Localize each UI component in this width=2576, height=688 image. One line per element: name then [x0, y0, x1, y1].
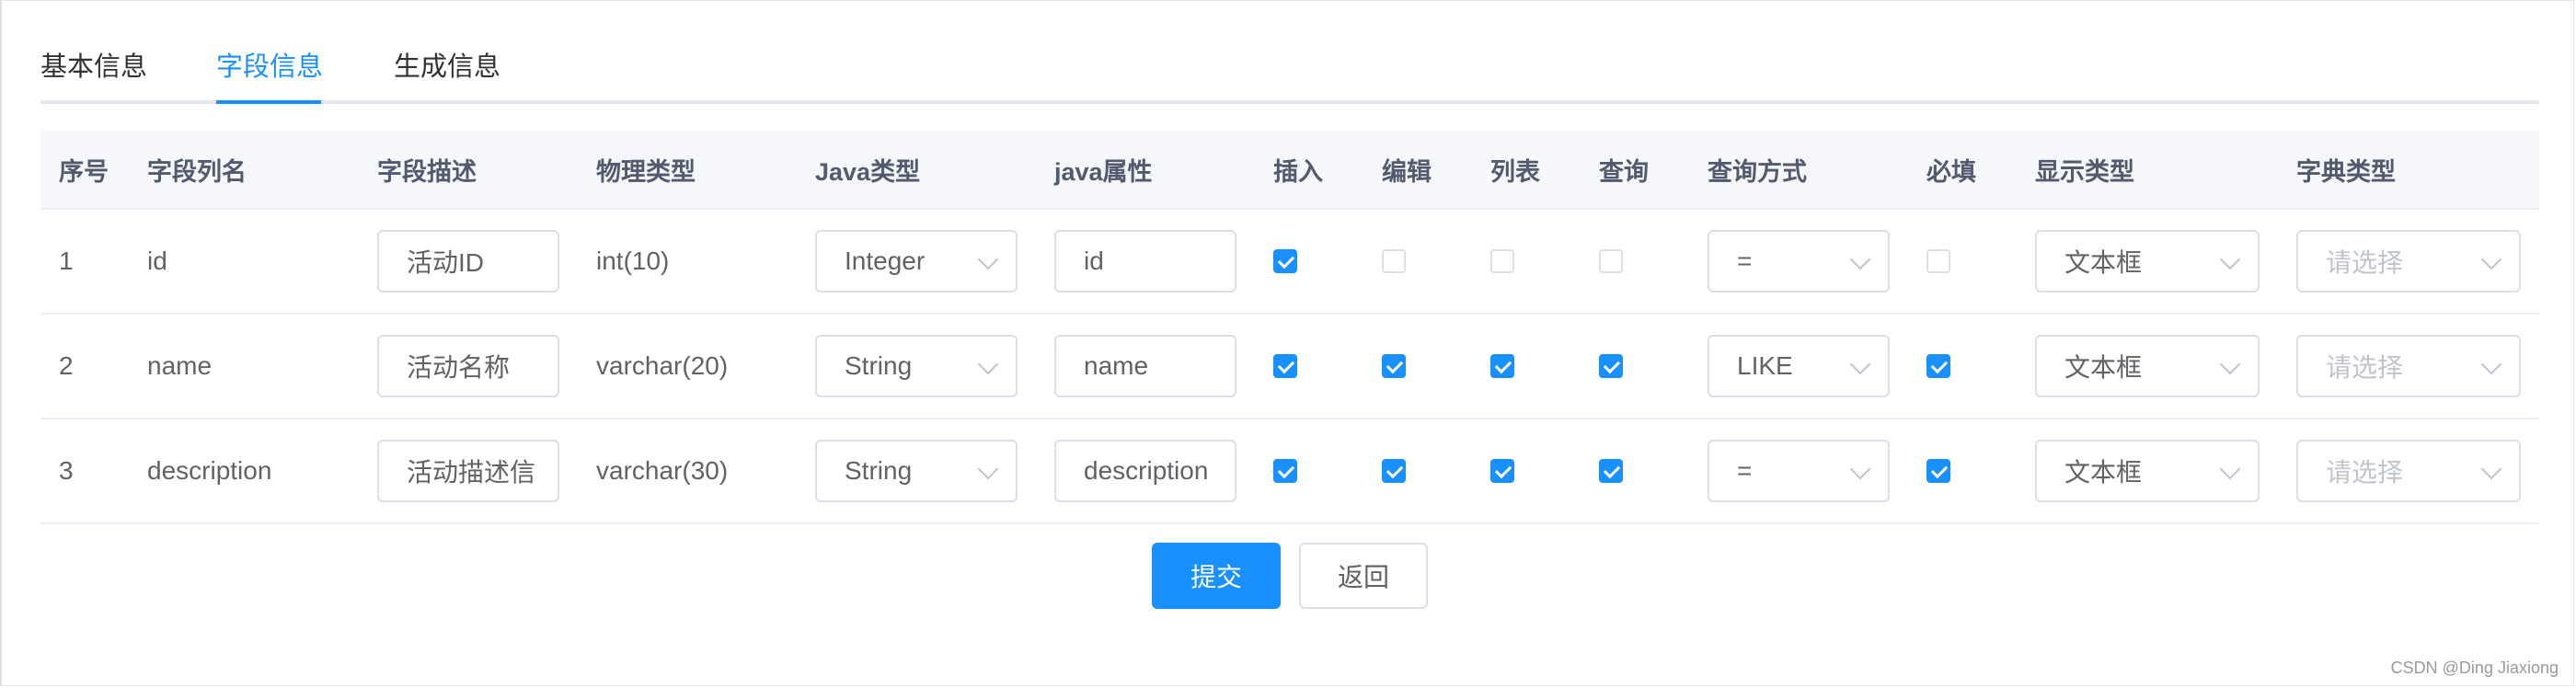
- query-type-select[interactable]: =: [1708, 440, 1890, 502]
- query-checkbox[interactable]: [1599, 354, 1623, 378]
- row-index: 3: [59, 456, 74, 485]
- back-button[interactable]: 返回: [1299, 543, 1428, 609]
- list-checkbox[interactable]: [1490, 249, 1514, 273]
- header-list: 列表: [1490, 157, 1540, 186]
- list-checkbox[interactable]: [1490, 459, 1514, 483]
- row-physical-type: varchar(20): [596, 351, 729, 380]
- row-index: 2: [59, 351, 74, 380]
- column-desc-input[interactable]: 活动ID: [377, 230, 559, 292]
- dict-type-select[interactable]: 请选择: [2296, 440, 2521, 502]
- insert-checkbox[interactable]: [1273, 459, 1297, 483]
- java-field-input[interactable]: description: [1054, 440, 1236, 502]
- insert-checkbox[interactable]: [1273, 354, 1297, 378]
- required-checkbox[interactable]: [1926, 354, 1950, 378]
- java-type-select[interactable]: String: [815, 335, 1018, 397]
- edit-checkbox[interactable]: [1382, 459, 1406, 483]
- header-column-desc: 字段描述: [377, 157, 477, 186]
- java-field-input[interactable]: name: [1054, 335, 1236, 397]
- chevron-down-icon: [2219, 248, 2241, 270]
- table-row: 3 description 活动描述信 varchar(30) String d…: [40, 419, 2539, 524]
- header-physical-type: 物理类型: [596, 157, 696, 186]
- tabs-divider: [40, 100, 2539, 104]
- page-frame: 基本信息 字段信息 生成信息 序号 字段列名 字段描述 物理类型 Java类型 …: [0, 0, 2574, 686]
- row-physical-type: int(10): [596, 247, 670, 275]
- submit-button[interactable]: 提交: [1152, 543, 1281, 609]
- chevron-down-icon: [2480, 458, 2502, 480]
- header-insert: 插入: [1273, 157, 1323, 186]
- watermark: CSDN @Ding Jiaxiong: [2390, 659, 2559, 677]
- chevron-down-icon: [977, 248, 999, 270]
- query-checkbox[interactable]: [1599, 249, 1623, 273]
- required-checkbox[interactable]: [1926, 459, 1950, 483]
- display-type-select[interactable]: 文本框: [2035, 230, 2260, 292]
- row-column-name: description: [147, 456, 272, 485]
- list-checkbox[interactable]: [1490, 354, 1514, 378]
- display-type-select[interactable]: 文本框: [2035, 440, 2260, 502]
- row-column-name: name: [147, 351, 213, 380]
- tab-bar: 基本信息 字段信息 生成信息: [40, 36, 2539, 104]
- display-type-select[interactable]: 文本框: [2035, 335, 2260, 397]
- chevron-down-icon: [2480, 248, 2502, 270]
- table-header: 序号 字段列名 字段描述 物理类型 Java类型 java属性 插入 编辑 列表…: [40, 131, 2539, 210]
- table-row: 2 name 活动名称 varchar(20) String name LIKE…: [40, 315, 2539, 419]
- header-required: 必填: [1926, 157, 1976, 186]
- header-display-type: 显示类型: [2035, 157, 2134, 186]
- dict-type-select[interactable]: 请选择: [2296, 230, 2521, 292]
- query-checkbox[interactable]: [1599, 459, 1623, 483]
- header-dict-type: 字典类型: [2296, 157, 2396, 186]
- header-query-type: 查询方式: [1708, 157, 1807, 186]
- tab-field-info[interactable]: 字段信息: [216, 49, 323, 86]
- tab-basic-info[interactable]: 基本信息: [40, 49, 147, 86]
- chevron-down-icon: [2219, 458, 2241, 480]
- chevron-down-icon: [1849, 248, 1871, 270]
- java-field-input[interactable]: id: [1054, 230, 1236, 292]
- row-physical-type: varchar(30): [596, 456, 729, 485]
- chevron-down-icon: [977, 458, 999, 480]
- header-query: 查询: [1599, 157, 1649, 186]
- header-java-type: Java类型: [815, 157, 921, 186]
- chevron-down-icon: [1849, 458, 1871, 480]
- insert-checkbox[interactable]: [1273, 249, 1297, 273]
- header-java-field: java属性: [1054, 157, 1153, 186]
- chevron-down-icon: [1849, 353, 1871, 375]
- header-column-name: 字段列名: [147, 157, 247, 186]
- java-type-select[interactable]: String: [815, 440, 1018, 502]
- java-type-select[interactable]: Integer: [815, 230, 1018, 292]
- query-type-select[interactable]: LIKE: [1708, 335, 1890, 397]
- table-row: 1 id 活动ID int(10) Integer id = 文本框 请选择: [40, 210, 2539, 315]
- header-edit: 编辑: [1382, 157, 1432, 186]
- tab-generate-info[interactable]: 生成信息: [394, 49, 500, 86]
- edit-checkbox[interactable]: [1382, 354, 1406, 378]
- edit-checkbox[interactable]: [1382, 249, 1406, 273]
- required-checkbox[interactable]: [1926, 249, 1950, 273]
- chevron-down-icon: [2480, 353, 2502, 375]
- header-index: 序号: [59, 157, 109, 186]
- active-tab-indicator: [216, 100, 321, 104]
- column-desc-input[interactable]: 活动描述信: [377, 440, 559, 502]
- column-desc-input[interactable]: 活动名称: [377, 335, 559, 397]
- chevron-down-icon: [2219, 353, 2241, 375]
- row-column-name: id: [147, 247, 167, 275]
- query-type-select[interactable]: =: [1708, 230, 1890, 292]
- chevron-down-icon: [977, 353, 999, 375]
- row-index: 1: [59, 247, 74, 275]
- dict-type-select[interactable]: 请选择: [2296, 335, 2521, 397]
